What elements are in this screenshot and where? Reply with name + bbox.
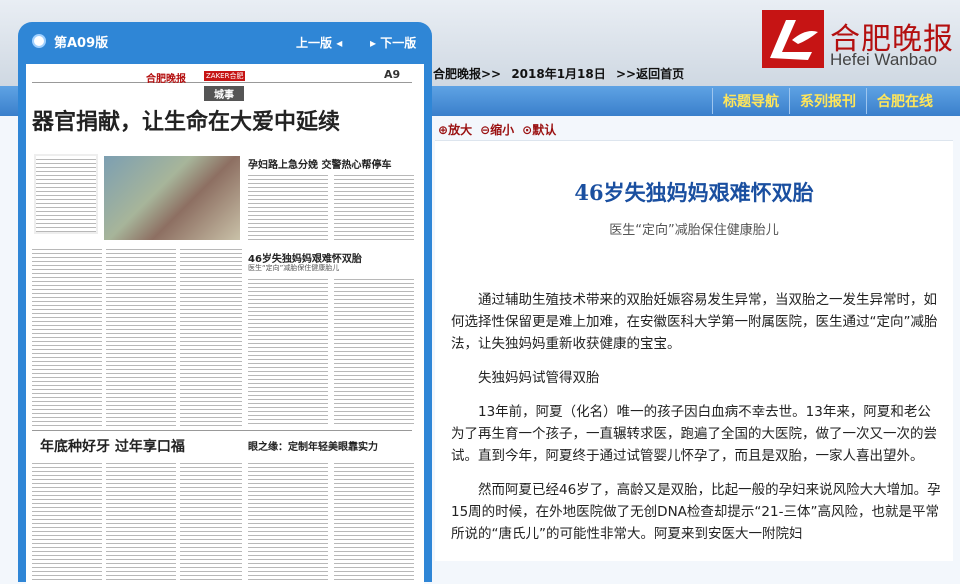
np-headline: 器官捐献，让生命在大爱中延续: [32, 109, 341, 135]
top-nav: 标题导航 系列报刊 合肥在线: [712, 88, 943, 114]
edition-label: 第A09版: [32, 32, 108, 51]
edition-number: 第A09版: [54, 35, 109, 51]
nav-hefei-online[interactable]: 合肥在线: [866, 88, 943, 114]
np-sub1: 孕妇路上急分娩 交警热心帮停车: [248, 160, 392, 171]
article-subhead: 医生“定向”减胎保住健康胎儿: [609, 223, 779, 238]
back-home-link[interactable]: >>返回首页: [616, 67, 684, 81]
article-paragraph: 失独妈妈试管得双胎: [478, 370, 600, 386]
zoom-in-button[interactable]: ⊕放大: [438, 121, 472, 138]
site-logo[interactable]: 合肥晚报 Hefei Wanbao: [760, 8, 960, 74]
article-paragraph: 然而阿夏已经46岁了，高龄又是双胎，比起一般的孕妇来说风险大大增加。孕15周的时…: [451, 482, 941, 542]
edition-dot-icon: [32, 34, 46, 48]
newspaper-page-image[interactable]: 合肥晚报 ZAKER合肥 A9 城事 器官捐献，让生命在大爱中延续 孕妇路上急分…: [26, 64, 424, 584]
np-brand: ZAKER合肥: [204, 71, 246, 81]
article-paragraph: 通过辅助生殖技术带来的双胎妊娠容易发生异常，当双胎之一发生异常时，如何选择性保留…: [451, 292, 938, 352]
logo-text-en: Hefei Wanbao: [830, 50, 938, 69]
article-content: 46岁失独妈妈艰难怀双胎 医生“定向”减胎保住健康胎儿 通过辅助生殖技术带来的双…: [435, 140, 953, 561]
zoom-out-button[interactable]: ⊖缩小: [480, 121, 514, 138]
np-section: 城事: [204, 86, 244, 101]
np-sub4: 眼之缘：定制年轻美眼靠实力: [248, 442, 378, 453]
nav-title-navigation[interactable]: 标题导航: [712, 88, 789, 114]
np-page-number: A9: [384, 68, 401, 81]
page-preview-panel: 第A09版 上一版 ◂ ▸ 下一版 合肥晚报 ZAKER合肥 A9 城事 器官捐…: [18, 22, 432, 584]
prev-page-link[interactable]: 上一版 ◂: [296, 34, 342, 51]
np-sub2-deck: 医生“定向”减胎保住健康胎儿: [248, 264, 340, 272]
logo-mark-icon: [762, 10, 824, 68]
article-toolbar: ⊕放大 ⊖缩小 ⊙默认: [438, 121, 556, 138]
breadcrumb-date: 2018年1月18日: [511, 67, 606, 81]
np-photo: [104, 156, 240, 240]
default-size-button[interactable]: ⊙默认: [522, 121, 556, 138]
article-body: 通过辅助生殖技术带来的双胎妊娠容易发生异常，当双胎之一发生异常时，如何选择性保留…: [451, 289, 941, 557]
next-page-link[interactable]: ▸ 下一版: [370, 34, 416, 51]
np-sub3: 年底种好牙 过年享口福: [40, 439, 185, 455]
article-paragraph: 13年前，阿夏（化名）唯一的孩子因白血病不幸去世。13年来，阿夏和老公为了再生育…: [451, 404, 937, 464]
breadcrumb: 合肥晚报>> 2018年1月18日 >>返回首页: [433, 65, 690, 82]
breadcrumb-site-link[interactable]: 合肥晚报>>: [433, 67, 501, 81]
article-headline: 46岁失独妈妈艰难怀双胎: [574, 180, 814, 205]
np-masthead: 合肥晚报: [146, 74, 186, 85]
nav-series-papers[interactable]: 系列报刊: [789, 88, 866, 114]
